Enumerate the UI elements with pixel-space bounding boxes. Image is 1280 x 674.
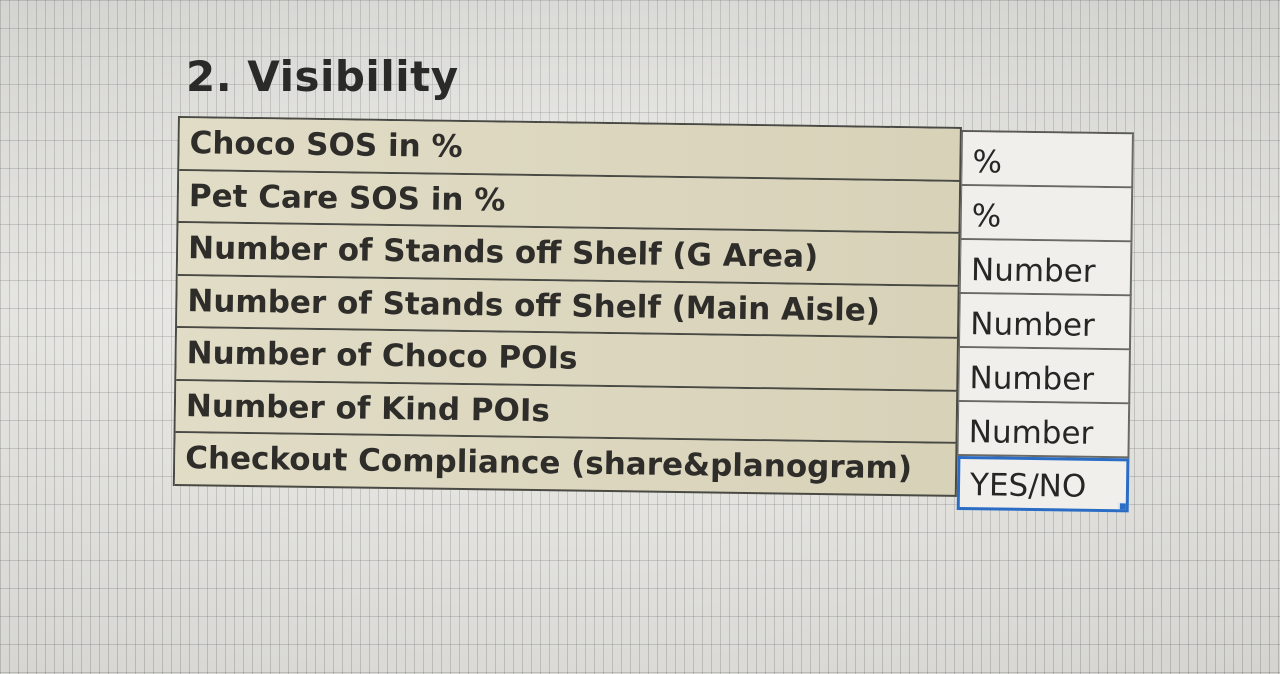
section-title: 2. Visibility bbox=[186, 52, 459, 101]
value-column: % % Number Number Number Number YES/NO bbox=[956, 130, 1134, 513]
cell-value-stands-main-aisle[interactable]: Number bbox=[958, 293, 1132, 351]
cell-label-checkout-compliance[interactable]: Checkout Compliance (share&planogram) bbox=[174, 432, 958, 497]
fill-handle[interactable] bbox=[1118, 502, 1130, 513]
label-column: Choco SOS in % Pet Care SOS in % Number … bbox=[172, 116, 962, 497]
cell-value-checkout-compliance-text: YES/NO bbox=[969, 467, 1087, 505]
cell-value-stands-g-area[interactable]: Number bbox=[959, 239, 1133, 297]
cell-value-kind-pois[interactable]: Number bbox=[957, 401, 1131, 459]
cell-value-choco-sos[interactable]: % bbox=[961, 131, 1134, 189]
cell-value-pet-care-sos[interactable]: % bbox=[960, 185, 1134, 243]
cell-value-checkout-compliance-selected[interactable]: YES/NO bbox=[956, 455, 1130, 513]
cell-value-choco-pois[interactable]: Number bbox=[958, 347, 1131, 405]
